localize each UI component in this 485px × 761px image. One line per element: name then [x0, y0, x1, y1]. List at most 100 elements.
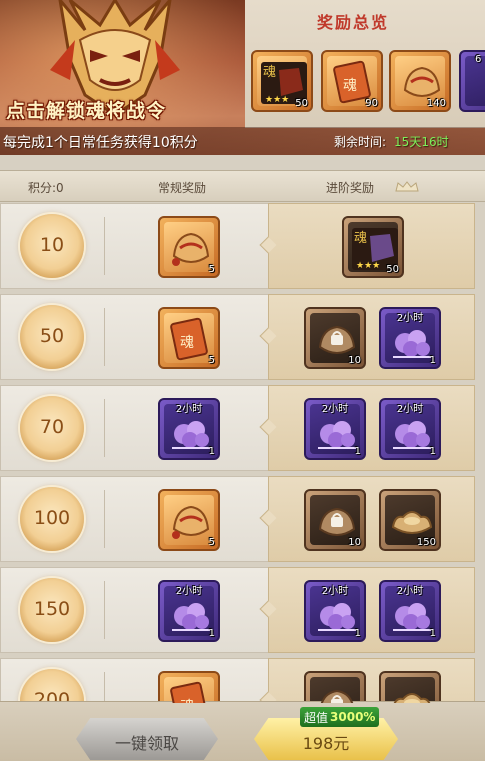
reward-item[interactable]: 2小时 1 [304, 580, 366, 642]
advanced-reward-cell [268, 476, 475, 562]
reward-item[interactable]: 2小时 1 [379, 398, 441, 460]
value-prefix: 超值 [304, 710, 329, 725]
preview-qty: 50 [295, 98, 308, 109]
points-medal: 100 [20, 487, 84, 551]
battle-pass-screen: 奖励总览 魂 ★★★ 50 魂 90 140 6 点击解锁魂将战令 每完成1个日… [0, 0, 485, 761]
svg-text:魂: 魂 [180, 699, 194, 703]
reward-qty: 5 [208, 355, 215, 366]
preview-qty: 6 [475, 54, 482, 65]
svg-text:★★★: ★★★ [265, 95, 289, 105]
reward-item[interactable]: 2小时 1 [379, 580, 441, 642]
reward-item[interactable]: 魂 [158, 671, 220, 703]
reward-row: 100 5 10 150 [0, 476, 485, 562]
reward-qty: 5 [208, 264, 215, 275]
preview-item-soul-token[interactable]: 魂 90 [321, 50, 383, 112]
reward-qty: 1 [208, 446, 215, 457]
reward-qty: 1 [354, 628, 361, 639]
reward-qty: 1 [429, 628, 436, 639]
reward-item[interactable]: 10 [304, 489, 366, 551]
reward-item[interactable]: 魂5 [158, 307, 220, 369]
duration-tag: 2小时 [396, 404, 424, 415]
remaining-label: 剩余时间: [334, 135, 387, 149]
row-divider [104, 490, 105, 548]
row-divider [104, 399, 105, 457]
reward-item[interactable]: 2小时 1 [158, 398, 220, 460]
claim-all-label: 一键领取 [114, 734, 179, 753]
bottom-bar [0, 701, 485, 761]
reward-item[interactable]: 5 [158, 489, 220, 551]
reward-row: 70 2小时 1 2小时 1 2小时 1 [0, 385, 485, 471]
claim-all-button[interactable]: 一键领取 [76, 718, 218, 760]
reward-row: 200魂 [0, 658, 485, 703]
advanced-reward-cell [268, 385, 475, 471]
soul-token-icon: 魂 [170, 681, 208, 703]
reward-item[interactable]: 5 [158, 216, 220, 278]
remaining-value: 15天16时 [394, 135, 449, 149]
value-badge: 超值 3000% [300, 707, 380, 727]
reward-qty: 1 [429, 446, 436, 457]
points-value: 50 [39, 325, 65, 347]
reward-qty: 1 [354, 446, 361, 457]
reward-item[interactable]: 魂 ★★★ 50 [342, 216, 404, 278]
preview-item-ingot-bag[interactable]: 140 [389, 50, 451, 112]
duration-tag: 2小时 [321, 586, 349, 597]
duration-tag: 2小时 [175, 404, 203, 415]
value-percent: 3000% [330, 710, 376, 724]
reward-qty: 150 [416, 537, 436, 548]
reward-item[interactable] [379, 671, 441, 703]
svg-text:魂: 魂 [263, 64, 276, 80]
points-medal: 50 [20, 305, 84, 369]
svg-text:★★★: ★★★ [356, 261, 380, 271]
reward-item[interactable]: 10 [304, 307, 366, 369]
reward-item[interactable]: 2小时 1 [158, 580, 220, 642]
reward-qty: 10 [348, 537, 361, 548]
reward-qty: 5 [208, 537, 215, 548]
points-medal: 70 [20, 396, 84, 460]
reward-qty: 10 [348, 355, 361, 366]
reward-item[interactable]: 150 [379, 489, 441, 551]
points-header: 积分:0 [28, 181, 64, 195]
pass-description: 每完成1个日常任务获得10积分 [3, 135, 198, 151]
preview-qty: 140 [426, 98, 446, 109]
unlock-pass-title[interactable]: 点击解锁魂将战令 [6, 96, 166, 123]
gold-ingot-icon [393, 693, 431, 703]
advanced-reward-cell [268, 294, 475, 380]
reward-item[interactable] [304, 671, 366, 703]
advanced-reward-cell [268, 567, 475, 653]
row-divider [104, 217, 105, 275]
column-header: 积分:0 常规奖励 进阶奖励 [0, 170, 485, 202]
overview-title: 奖励总览 [317, 13, 390, 32]
reward-item[interactable]: 2小时 1 [379, 307, 441, 369]
points-medal: 10 [20, 214, 84, 278]
preview-item-partial[interactable]: 6 [459, 50, 485, 112]
locked-box-icon [320, 689, 354, 703]
row-divider [104, 308, 105, 366]
duration-tag: 2小时 [396, 313, 424, 324]
advanced-reward-header: 进阶奖励 [326, 181, 375, 195]
reward-row: 50 魂 5 10 2小时 1 [0, 294, 485, 380]
buy-price-label: 198元 [302, 734, 350, 753]
reward-row: 10 5 魂 ★★★ 50 [0, 203, 485, 289]
duration-tag: 2小时 [321, 404, 349, 415]
preview-qty: 90 [365, 98, 378, 109]
reward-list[interactable]: 10 5 魂 ★★★ 50 50 魂 5 10 2小时 1 70 2小时 1 2小时 1 2小时 1 100 5 10 1… [0, 203, 485, 703]
svg-text:魂: 魂 [180, 335, 194, 351]
points-medal: 150 [20, 578, 84, 642]
row-divider [104, 581, 105, 639]
advanced-crown-icon [395, 181, 419, 192]
banner: 奖励总览 魂 ★★★ 50 魂 90 140 6 点击解锁魂将战令 每完成1个日… [0, 0, 485, 155]
svg-text:魂: 魂 [343, 78, 357, 94]
points-value: 10 [39, 234, 65, 256]
reward-qty: 1 [208, 628, 215, 639]
advanced-reward-cell [268, 658, 475, 703]
reward-row: 150 2小时 1 2小时 1 2小时 1 [0, 567, 485, 653]
svg-text:魂: 魂 [354, 230, 367, 246]
reward-item[interactable]: 2小时 1 [304, 398, 366, 460]
normal-reward-header: 常规奖励 [158, 181, 207, 195]
points-value: 100 [33, 507, 71, 529]
preview-item-hero-card[interactable]: 魂 ★★★ 50 [251, 50, 313, 112]
duration-tag: 2小时 [396, 586, 424, 597]
points-value: 150 [33, 598, 71, 620]
points-value: 70 [39, 416, 65, 438]
duration-tag: 2小时 [175, 586, 203, 597]
